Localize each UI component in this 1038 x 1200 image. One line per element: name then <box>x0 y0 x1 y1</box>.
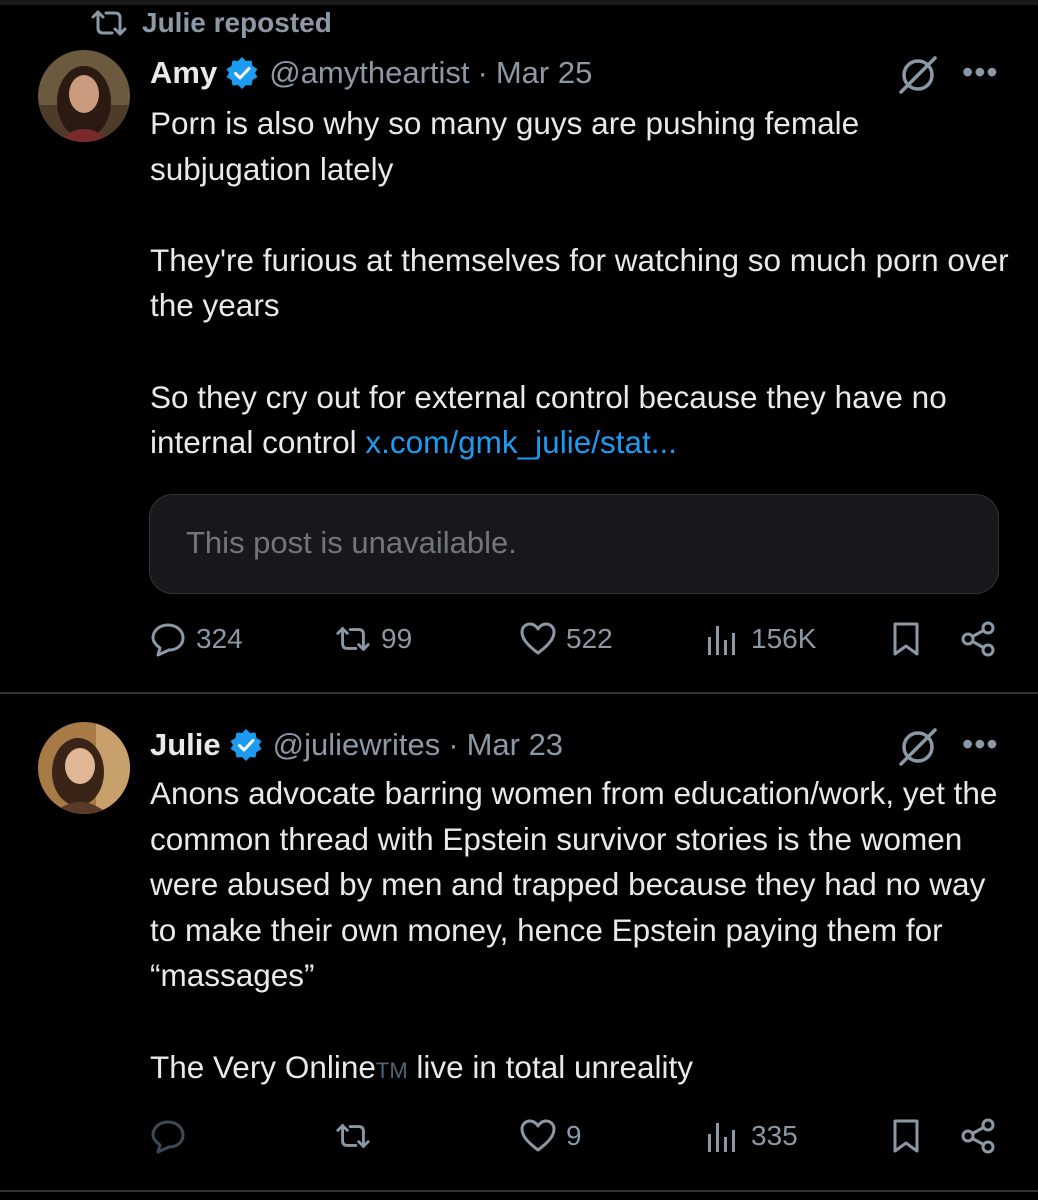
verified-badge-icon <box>230 729 262 761</box>
tweet-paragraph: The Very OnlineTM live in total unrealit… <box>150 1045 1010 1094</box>
reply-button[interactable]: 324 <box>150 621 243 657</box>
views-icon <box>708 1123 735 1152</box>
tweet-divider <box>0 1190 1038 1192</box>
timestamp[interactable]: Mar 25 <box>496 55 592 91</box>
separator: · <box>477 55 488 90</box>
reply-button[interactable] <box>150 1118 196 1154</box>
share-button[interactable] <box>960 1118 996 1154</box>
more-icon[interactable]: ••• <box>962 728 999 760</box>
unavailable-text: This post is unavailable. <box>186 525 517 560</box>
like-count: 522 <box>566 623 613 654</box>
bookmark-button[interactable] <box>888 1118 924 1154</box>
action-bar: 9 335 <box>0 1118 1038 1168</box>
tweet-paragraph: Anons advocate barring women from educat… <box>150 775 1007 994</box>
repost-count: 99 <box>381 623 413 654</box>
repost-button[interactable]: 99 <box>335 621 412 657</box>
display-name[interactable]: Julie <box>150 727 221 763</box>
bookmark-button[interactable] <box>888 621 924 657</box>
like-button[interactable]: 522 <box>520 621 613 657</box>
tweet[interactable]: Amy @amytheartist · Mar 25 ••• Porn is a… <box>0 0 1038 692</box>
like-count: 9 <box>566 1120 582 1151</box>
view-count: 335 <box>751 1120 798 1151</box>
views-icon <box>708 626 735 655</box>
repost-icon <box>336 1124 370 1148</box>
quoted-post-unavailable[interactable]: This post is unavailable. <box>149 494 999 594</box>
avatar[interactable] <box>38 722 130 814</box>
view-count: 156K <box>751 623 817 654</box>
reply-icon <box>151 1120 185 1154</box>
repost-button[interactable] <box>335 1118 381 1154</box>
handle[interactable]: @amytheartist <box>269 55 469 91</box>
share-button[interactable] <box>960 621 996 657</box>
like-icon <box>520 1119 556 1152</box>
tweet-text: Porn is also why so many guys are pushin… <box>150 101 1010 466</box>
like-icon <box>520 622 556 655</box>
like-button[interactable]: 9 <box>520 1118 582 1154</box>
tweet-text: Anons advocate barring women from educat… <box>150 771 1010 1093</box>
tweet-text-part: live in total unreality <box>407 1048 694 1085</box>
tweet-header: Amy @amytheartist · Mar 25 <box>150 53 592 93</box>
tweet-link[interactable]: x.com/gmk_julie/stat... <box>365 424 677 460</box>
bookmark-icon <box>893 1119 919 1153</box>
handle[interactable]: @juliewrites <box>273 727 441 763</box>
reply-count: 324 <box>196 623 243 654</box>
tweet[interactable]: Julie @juliewrites · Mar 23 ••• Anons ad… <box>0 694 1038 1190</box>
grok-icon[interactable] <box>895 52 941 98</box>
tweet-paragraph: They're furious at themselves for watchi… <box>150 241 1018 324</box>
views-button[interactable]: 335 <box>705 1118 798 1154</box>
avatar[interactable] <box>38 50 130 142</box>
separator: · <box>448 727 459 762</box>
action-bar: 324 99 522 156K <box>0 621 1038 671</box>
tweet-header: Julie @juliewrites · Mar 23 <box>150 725 563 765</box>
views-button[interactable]: 156K <box>705 621 816 657</box>
tweet-text-part: The Very Online <box>150 1048 376 1085</box>
share-icon <box>961 621 995 657</box>
display-name[interactable]: Amy <box>150 55 217 91</box>
grok-icon[interactable] <box>895 724 941 770</box>
reply-icon <box>151 623 185 657</box>
bookmark-icon <box>893 622 919 656</box>
verified-badge-icon <box>226 57 258 89</box>
trademark-symbol: TM <box>375 1057 408 1083</box>
timestamp[interactable]: Mar 23 <box>467 727 563 763</box>
tweet-paragraph: So they cry out for external control bec… <box>150 375 1010 466</box>
more-icon[interactable]: ••• <box>962 56 999 88</box>
repost-icon <box>336 627 370 651</box>
tweet-paragraph: Porn is also why so many guys are pushin… <box>150 105 868 187</box>
share-icon <box>961 1118 995 1154</box>
